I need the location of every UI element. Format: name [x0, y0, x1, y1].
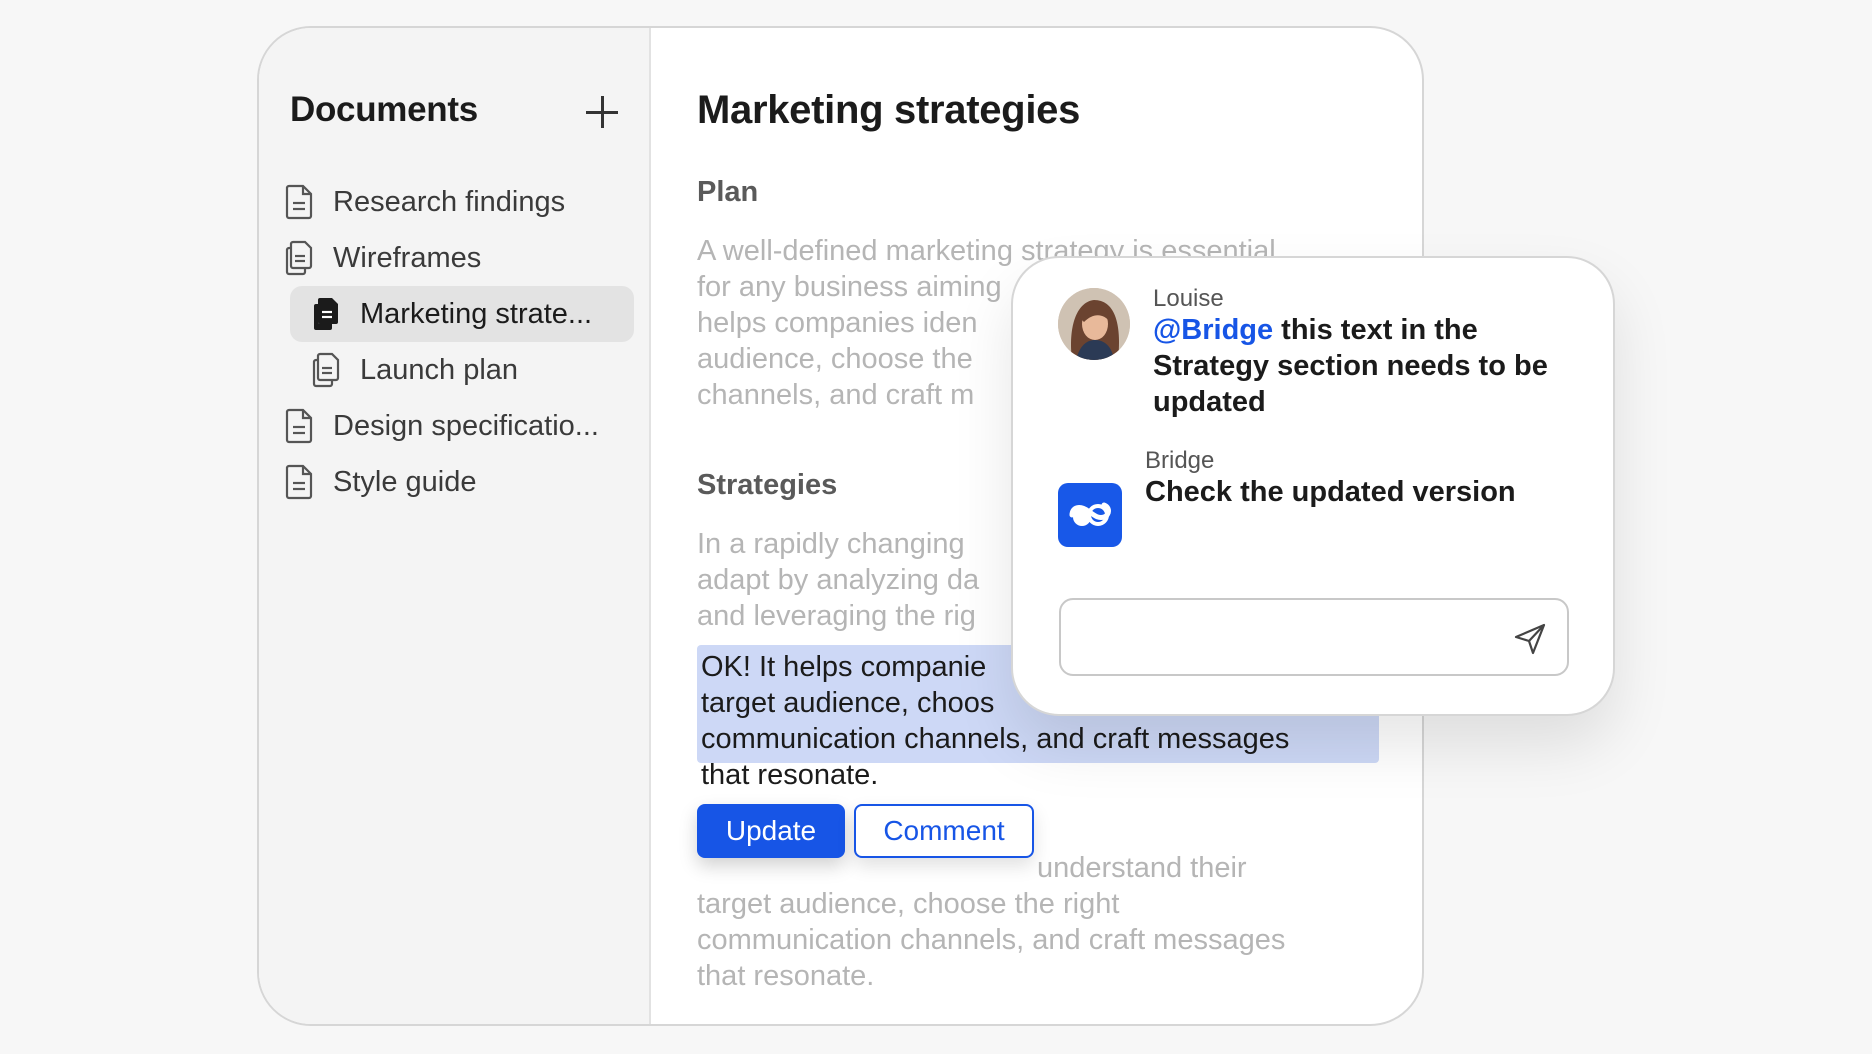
- sidebar-item-label: Design specificatio...: [333, 409, 599, 442]
- sidebar-item-wireframes[interactable]: Wireframes: [283, 230, 481, 286]
- sidebar-item-label: Style guide: [333, 465, 477, 498]
- comment-text: @Bridge this text in the Strategy sectio…: [1153, 312, 1573, 420]
- comment-text: Check the updated version: [1145, 476, 1516, 508]
- sidebar-item-research-findings[interactable]: Research findings: [283, 174, 565, 230]
- plan-heading: Plan: [697, 176, 759, 208]
- documents-stack-icon: [312, 352, 340, 388]
- comment-author: Bridge: [1145, 447, 1215, 474]
- document-icon: [285, 464, 313, 500]
- update-button[interactable]: Update: [697, 804, 845, 858]
- sidebar-item-design-specifications[interactable]: Design specificatio...: [283, 398, 599, 454]
- sidebar-title: Documents: [290, 90, 478, 129]
- document-icon: [285, 408, 313, 444]
- louise-avatar: [1058, 288, 1130, 360]
- sidebar-item-label: Marketing strate...: [360, 297, 593, 330]
- sidebar: Documents Research findings Wireframes M…: [259, 28, 651, 1024]
- sidebar-item-label: Wireframes: [333, 241, 482, 274]
- sidebar-item-style-guide[interactable]: Style guide: [283, 454, 477, 510]
- sidebar-item-label: Launch plan: [360, 353, 519, 386]
- original-paragraph: understand their target audience, choose…: [697, 852, 1286, 992]
- documents-stack-icon: [285, 240, 313, 276]
- reply-input[interactable]: [1077, 612, 1491, 664]
- comment-button[interactable]: Comment: [854, 804, 1034, 858]
- bridge-logo-icon: [1058, 483, 1122, 547]
- reply-field[interactable]: [1059, 598, 1569, 676]
- add-document-button[interactable]: [584, 94, 620, 130]
- strategies-heading: Strategies: [697, 469, 838, 501]
- documents-stack-icon: [314, 298, 338, 330]
- document-icon: [285, 184, 313, 220]
- mention-link[interactable]: @Bridge: [1153, 314, 1273, 346]
- comment-thread-popup: Louise @Bridge this text in the Strategy…: [1011, 256, 1615, 716]
- document-title: Marketing strategies: [697, 88, 1081, 132]
- sidebar-item-label: Research findings: [333, 185, 566, 218]
- sidebar-item-launch-plan[interactable]: Launch plan: [310, 342, 518, 398]
- comment-author: Louise: [1153, 285, 1224, 312]
- sidebar-item-marketing-strategies[interactable]: Marketing strate...: [290, 286, 634, 342]
- send-icon[interactable]: [1513, 622, 1547, 656]
